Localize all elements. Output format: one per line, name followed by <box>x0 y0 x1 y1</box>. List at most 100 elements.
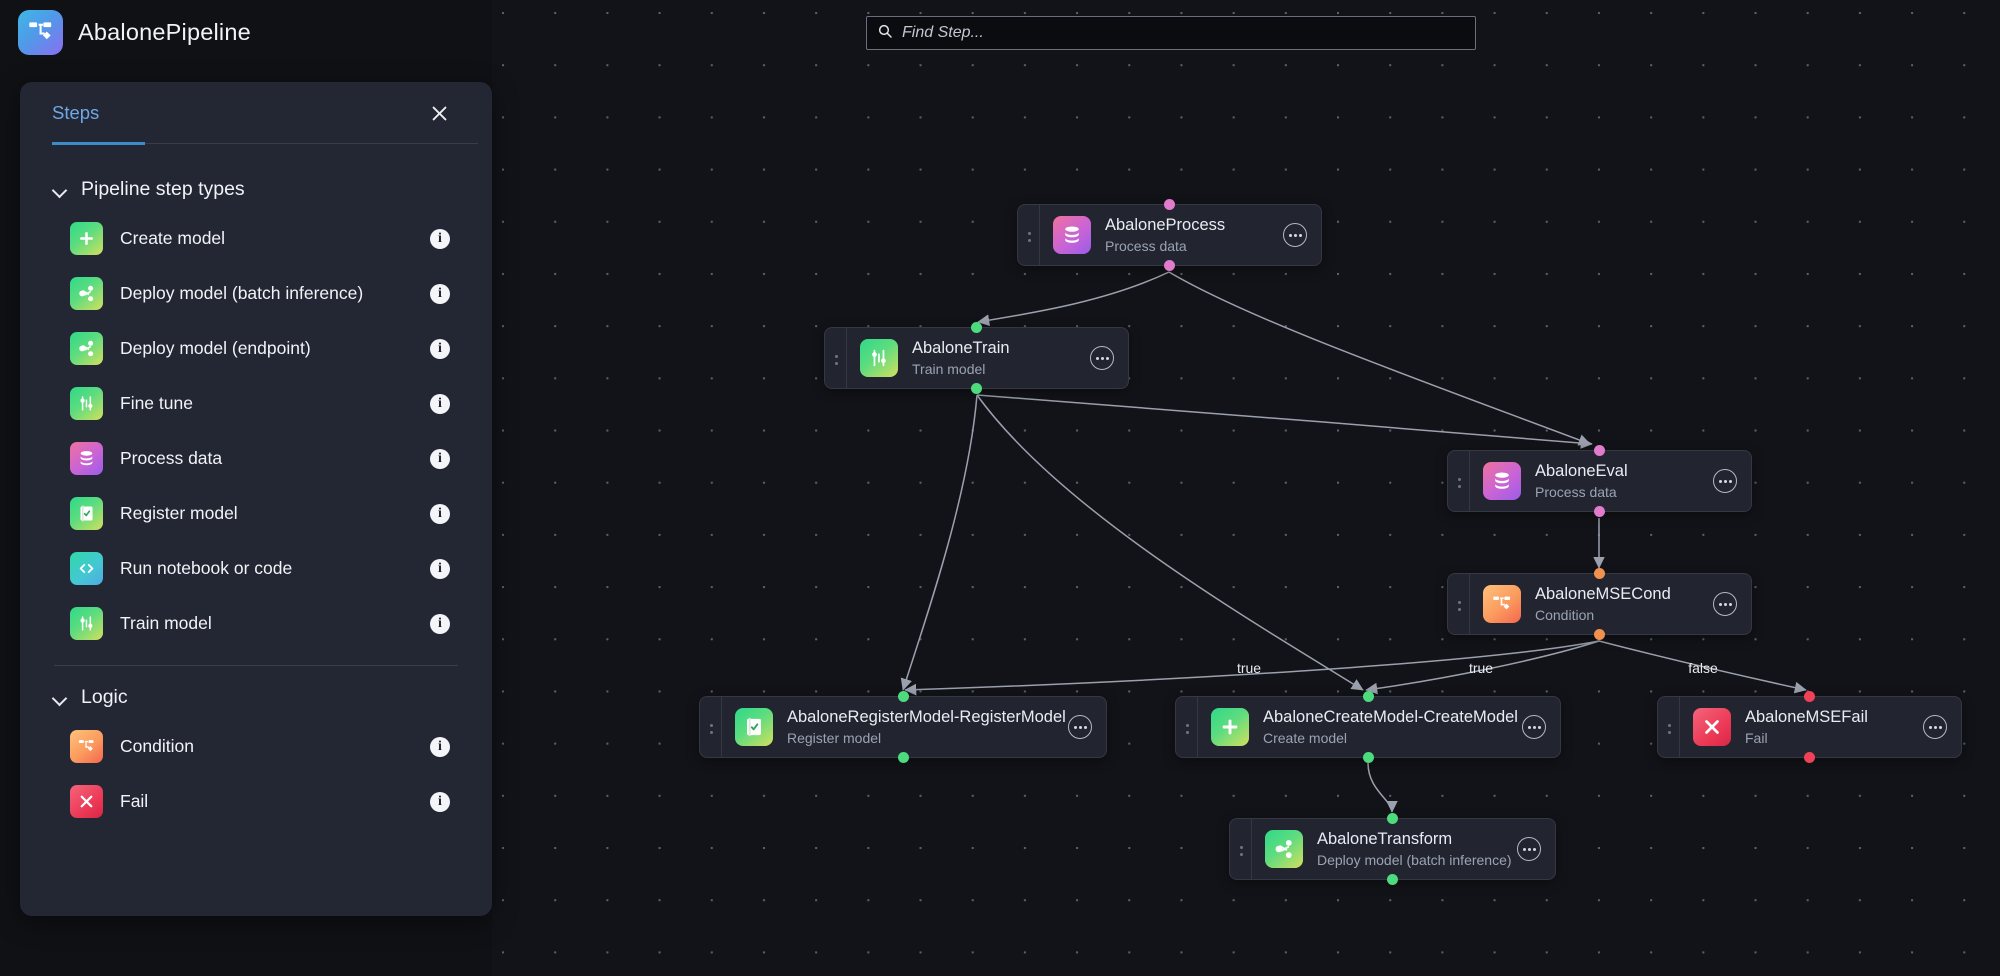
ellipsis-icon[interactable] <box>1713 592 1737 616</box>
node-drag-handle[interactable] <box>1176 697 1198 757</box>
node-input-port[interactable] <box>897 691 909 702</box>
search-input[interactable] <box>902 24 1465 42</box>
step-type-label: Run notebook or code <box>120 558 293 578</box>
tab-active-indicator <box>52 142 145 145</box>
group-header-logic[interactable]: Logic <box>20 676 492 719</box>
graph-node-register[interactable]: AbaloneRegisterModel-RegisterModel Regist… <box>699 691 1107 763</box>
node-drag-handle[interactable] <box>1230 819 1252 879</box>
node-output-port[interactable] <box>1594 629 1605 640</box>
sliders-icon <box>70 387 103 420</box>
node-output-port[interactable] <box>1594 506 1605 517</box>
step-type-create-model[interactable]: Create model i <box>20 211 492 266</box>
info-icon[interactable]: i <box>430 338 450 359</box>
step-type-deploy-model-endpoint[interactable]: Deploy model (endpoint) i <box>20 321 492 376</box>
clipboard-check-icon <box>70 497 103 530</box>
step-type-label: Train model <box>120 613 212 633</box>
graph-node-create[interactable]: AbaloneCreateModel-CreateModel Create mod… <box>1175 691 1561 763</box>
node-input-port[interactable] <box>1362 691 1374 702</box>
chevron-down-icon <box>54 693 68 702</box>
step-type-fail[interactable]: Fail i <box>20 774 492 829</box>
step-type-label: Fail <box>120 791 149 811</box>
node-title: AbaloneMSECond <box>1535 585 1671 604</box>
info-icon[interactable]: i <box>430 448 450 469</box>
node-output-port[interactable] <box>1804 752 1815 763</box>
ellipsis-icon[interactable] <box>1713 469 1737 493</box>
node-input-port[interactable] <box>1164 199 1175 210</box>
step-type-label: Register model <box>120 503 238 523</box>
page-title: AbalonePipeline <box>78 19 251 45</box>
code-brackets-icon <box>70 552 103 585</box>
info-icon[interactable]: i <box>430 283 450 304</box>
step-type-fine-tune[interactable]: Fine tune i <box>20 376 492 431</box>
node-drag-handle[interactable] <box>1018 205 1040 265</box>
plus-icon <box>70 222 103 255</box>
node-input-port[interactable] <box>1594 445 1605 456</box>
graph-node-msecond[interactable]: AbaloneMSECond Condition <box>1447 568 1752 640</box>
node-input-port[interactable] <box>1804 691 1815 702</box>
info-icon[interactable]: i <box>430 791 450 812</box>
info-icon[interactable]: i <box>430 558 450 579</box>
brand: AbalonePipeline <box>18 10 251 55</box>
step-type-label: Create model <box>120 228 226 248</box>
node-title: AbaloneTrain <box>912 339 1010 358</box>
info-icon[interactable]: i <box>430 393 450 414</box>
share-nodes-icon <box>70 332 103 365</box>
node-drag-handle[interactable] <box>700 697 722 757</box>
node-output-port[interactable] <box>1387 874 1398 885</box>
step-type-label: Condition <box>120 736 194 756</box>
node-text: AbaloneMSEFail Fail <box>1745 708 1913 746</box>
graph-node-eval[interactable]: AbaloneEval Process data <box>1447 445 1752 517</box>
group-title: Pipeline step types <box>81 178 245 200</box>
database-icon <box>1483 462 1521 500</box>
node-drag-handle[interactable] <box>1658 697 1680 757</box>
graph-node-train[interactable]: AbaloneTrain Train model <box>824 322 1129 394</box>
info-icon[interactable]: i <box>430 503 450 524</box>
ellipsis-icon[interactable] <box>1517 837 1541 861</box>
ellipsis-icon[interactable] <box>1923 715 1947 739</box>
ellipsis-icon[interactable] <box>1090 346 1114 370</box>
search-icon <box>877 23 893 44</box>
info-icon[interactable]: i <box>430 613 450 634</box>
step-type-process-data[interactable]: Process data i <box>20 431 492 486</box>
node-subtitle: Fail <box>1745 729 1768 746</box>
ellipsis-icon[interactable] <box>1068 715 1092 739</box>
node-input-port[interactable] <box>1387 813 1398 824</box>
node-drag-handle[interactable] <box>1448 574 1470 634</box>
group-title: Logic <box>81 686 128 708</box>
node-text: AbaloneTrain Train model <box>912 339 1080 377</box>
node-input-port[interactable] <box>971 322 982 333</box>
graph-node-process[interactable]: AbaloneProcess Process data <box>1017 199 1322 271</box>
panel-body: Pipeline step types Create model i Deploy m… <box>20 154 492 916</box>
ellipsis-icon[interactable] <box>1522 715 1546 739</box>
info-icon[interactable]: i <box>430 736 450 757</box>
tab-steps[interactable]: Steps <box>52 102 99 141</box>
graph-node-fail[interactable]: AbaloneMSEFail Fail <box>1657 691 1962 763</box>
step-type-condition[interactable]: Condition i <box>20 719 492 774</box>
x-mark-icon <box>70 785 103 818</box>
close-icon[interactable] <box>424 98 454 128</box>
step-type-run-notebook-or-code[interactable]: Run notebook or code i <box>20 541 492 596</box>
share-nodes-icon <box>1265 830 1303 868</box>
edge-label: false <box>1688 660 1718 676</box>
node-output-port[interactable] <box>897 752 909 763</box>
step-type-label: Deploy model (endpoint) <box>120 338 311 358</box>
ellipsis-icon[interactable] <box>1283 223 1307 247</box>
node-output-port[interactable] <box>971 383 982 394</box>
node-drag-handle[interactable] <box>825 328 847 388</box>
group-header-pipeline-step-types[interactable]: Pipeline step types <box>20 168 492 211</box>
condition-branch-icon <box>1483 585 1521 623</box>
step-type-register-model[interactable]: Register model i <box>20 486 492 541</box>
info-icon[interactable]: i <box>430 228 450 249</box>
node-subtitle: Deploy model (batch inference) <box>1317 851 1512 868</box>
database-icon <box>1053 216 1091 254</box>
step-type-train-model[interactable]: Train model i <box>20 596 492 651</box>
node-drag-handle[interactable] <box>1448 451 1470 511</box>
step-type-deploy-model-batch-inference[interactable]: Deploy model (batch inference) i <box>20 266 492 321</box>
node-output-port[interactable] <box>1362 752 1374 763</box>
node-text: AbaloneTransform Deploy model (batch infe… <box>1317 830 1512 868</box>
search-bar[interactable] <box>866 16 1476 50</box>
graph-node-transform[interactable]: AbaloneTransform Deploy model (batch infe… <box>1229 813 1556 885</box>
node-input-port[interactable] <box>1594 568 1605 579</box>
step-type-label: Process data <box>120 448 223 468</box>
node-output-port[interactable] <box>1164 260 1175 271</box>
